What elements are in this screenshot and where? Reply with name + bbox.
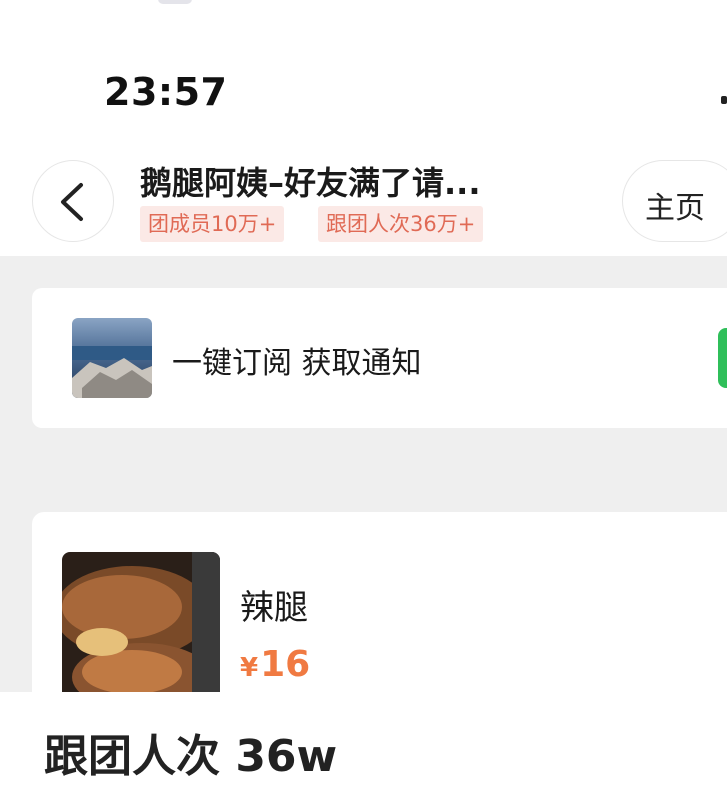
caption-text: 跟团人次 36w [44, 731, 338, 782]
join-times-tag: 跟团人次36万+ [318, 206, 484, 242]
home-button-label: 主页 [645, 191, 705, 226]
status-icon-partial [721, 96, 727, 104]
subscribe-thumbnail [72, 318, 152, 398]
price-value: 16 [260, 644, 311, 685]
caption-bar: 跟团人次 36w [0, 692, 727, 800]
product-name: 辣腿 [240, 588, 308, 628]
subscribe-label: 一键订阅 获取通知 [172, 346, 422, 381]
chevron-left-icon [61, 183, 83, 221]
status-time: 23:57 [104, 70, 228, 114]
group-title: 鹅腿阿姨–好友满了请... [140, 164, 481, 202]
back-button[interactable] [32, 160, 114, 242]
home-button[interactable]: 主页 [622, 160, 727, 242]
subscribe-card[interactable]: 一键订阅 获取通知 [32, 288, 727, 428]
product-price: ¥16 [240, 644, 310, 685]
members-count-tag: 团成员10万+ [140, 206, 285, 242]
product-image [62, 552, 220, 712]
product-card[interactable]: 辣腿 ¥16 [32, 512, 727, 712]
top-pill-indicator [158, 0, 192, 4]
subscribe-button-edge[interactable] [718, 328, 727, 388]
currency-symbol: ¥ [240, 653, 259, 683]
